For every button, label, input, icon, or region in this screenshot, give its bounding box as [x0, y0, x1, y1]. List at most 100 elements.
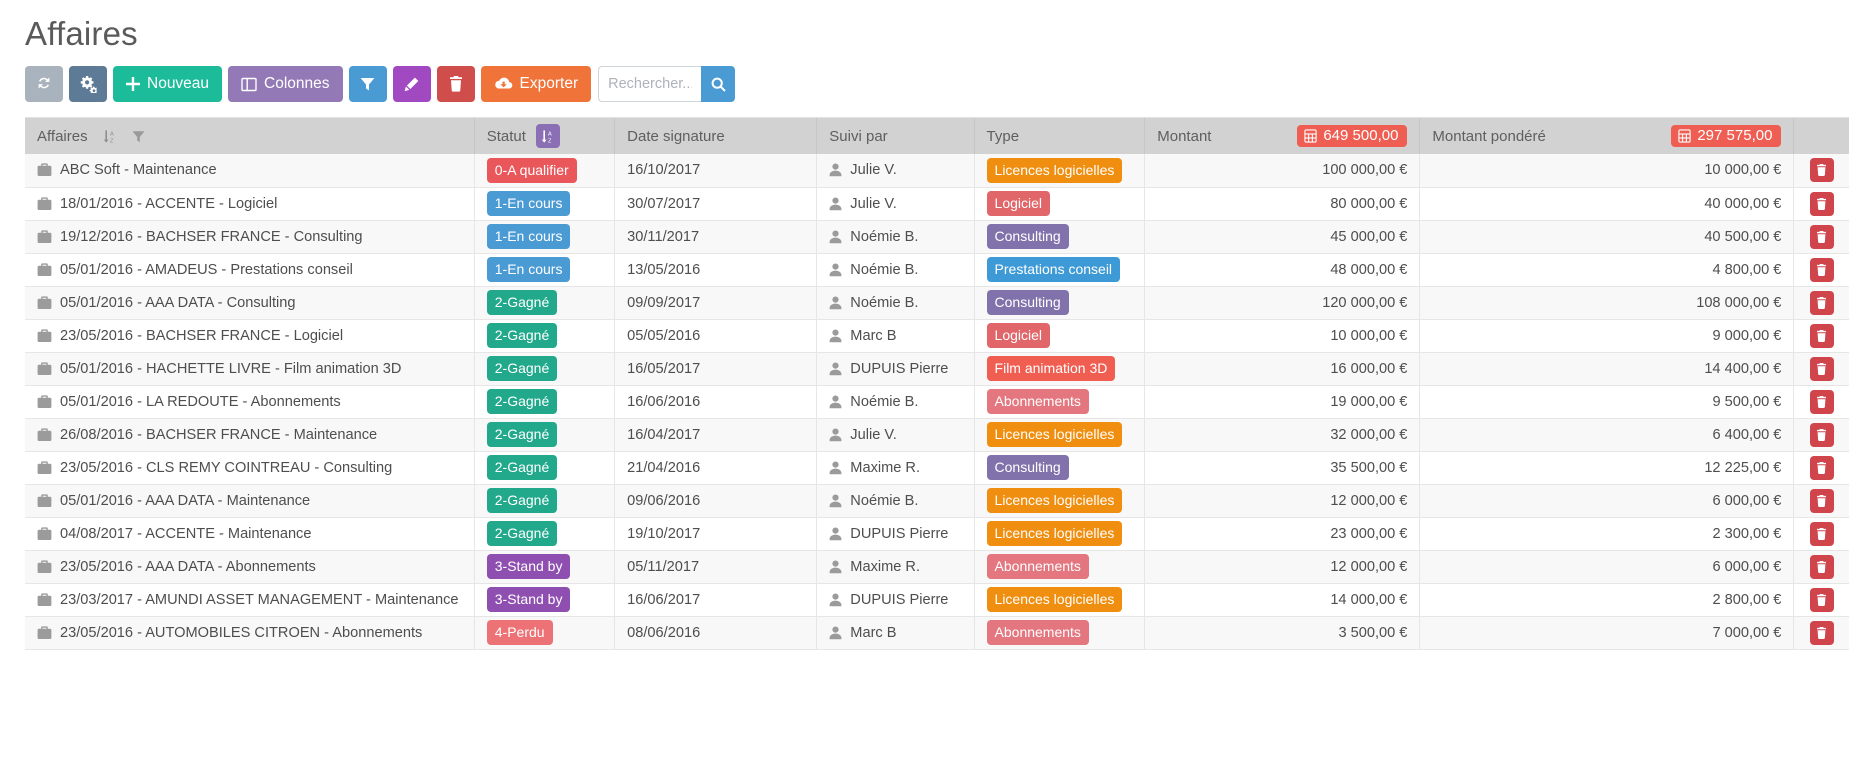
table-row[interactable]: 05/01/2016 - HACHETTE LIVRE - Film anima… — [25, 352, 1849, 385]
table-row[interactable]: 23/05/2016 - CLS REMY COINTREAU - Consul… — [25, 451, 1849, 484]
briefcase-icon — [37, 230, 52, 244]
row-delete-button[interactable] — [1810, 423, 1834, 447]
cell-actions — [1794, 385, 1849, 418]
column-header-montant[interactable]: Montant — [1145, 118, 1420, 154]
cell-actions — [1794, 220, 1849, 253]
cell-actions — [1794, 517, 1849, 550]
column-header-date-signature[interactable]: Date signature — [615, 118, 817, 154]
table-row[interactable]: 05/01/2016 - AAA DATA - Maintenance2-Gag… — [25, 484, 1849, 517]
settings-button[interactable] — [69, 66, 107, 102]
suivi-label: DUPUIS Pierre — [850, 526, 948, 542]
row-delete-button[interactable] — [1810, 291, 1834, 315]
suivi-label: Marc B — [850, 625, 896, 641]
user-icon — [829, 560, 842, 574]
cell-affaire: 23/05/2016 - AAA DATA - Abonnements — [25, 550, 474, 583]
row-delete-button[interactable] — [1810, 158, 1834, 182]
briefcase-icon — [37, 560, 52, 574]
table-row[interactable]: 05/01/2016 - AMADEUS - Prestations conse… — [25, 253, 1849, 286]
cell-montant: 10 000,00 € — [1145, 319, 1420, 352]
edit-button[interactable] — [393, 66, 431, 102]
suivi-label: Julie V. — [850, 196, 897, 212]
cell-affaire: 05/01/2016 - HACHETTE LIVRE - Film anima… — [25, 352, 474, 385]
table-row[interactable]: ABC Soft - Maintenance0-A qualifier16/10… — [25, 154, 1849, 187]
cell-actions — [1794, 253, 1849, 286]
new-button-label: Nouveau — [147, 76, 209, 92]
column-header-type[interactable]: Type — [974, 118, 1145, 154]
column-header-montant-pondere[interactable]: Montant pondéré — [1420, 118, 1794, 154]
filter-affaires-icon[interactable] — [132, 130, 145, 143]
cell-affaire: 18/01/2016 - ACCENTE - Logiciel — [25, 187, 474, 220]
cell-affaire: 05/01/2016 - LA REDOUTE - Abonnements — [25, 385, 474, 418]
sort-statut-icon[interactable]: A Z — [536, 124, 560, 148]
delete-button[interactable] — [437, 66, 475, 102]
refresh-button[interactable] — [25, 66, 63, 102]
table-row[interactable]: 23/05/2016 - BACHSER FRANCE - Logiciel2-… — [25, 319, 1849, 352]
search-button[interactable] — [701, 66, 735, 102]
user-icon — [829, 494, 842, 508]
toolbar: Nouveau Colonnes — [25, 66, 1847, 102]
row-delete-button[interactable] — [1810, 522, 1834, 546]
row-delete-button[interactable] — [1810, 489, 1834, 513]
column-label-affaires: Affaires — [37, 128, 88, 145]
briefcase-icon — [37, 527, 52, 541]
row-delete-button[interactable] — [1810, 555, 1834, 579]
cell-affaire: 23/05/2016 - CLS REMY COINTREAU - Consul… — [25, 451, 474, 484]
suivi-label: Noémie B. — [850, 394, 918, 410]
row-delete-button[interactable] — [1810, 324, 1834, 348]
cell-suivi-par: Noémie B. — [817, 484, 974, 517]
user-icon — [829, 461, 842, 475]
table-row[interactable]: 05/01/2016 - LA REDOUTE - Abonnements2-G… — [25, 385, 1849, 418]
table-row[interactable]: 05/01/2016 - AAA DATA - Consulting2-Gagn… — [25, 286, 1849, 319]
briefcase-icon — [37, 395, 52, 409]
cell-type: Licences logicielles — [974, 418, 1145, 451]
cell-suivi-par: Marc B — [817, 616, 974, 649]
table-row[interactable]: 04/08/2017 - ACCENTE - Maintenance2-Gagn… — [25, 517, 1849, 550]
cell-montant: 48 000,00 € — [1145, 253, 1420, 286]
table-row[interactable]: 23/05/2016 - AUTOMOBILES CITROEN - Abonn… — [25, 616, 1849, 649]
search-input[interactable] — [598, 66, 701, 102]
columns-button[interactable]: Colonnes — [228, 66, 343, 102]
table-row[interactable]: 18/01/2016 - ACCENTE - Logiciel1-En cour… — [25, 187, 1849, 220]
montant-pondere-total-badge[interactable]: 297 575,00 — [1671, 125, 1781, 147]
row-delete-button[interactable] — [1810, 588, 1834, 612]
cell-actions — [1794, 418, 1849, 451]
montant-total-badge[interactable]: 649 500,00 — [1297, 125, 1407, 147]
table-row[interactable]: 23/03/2017 - AMUNDI ASSET MANAGEMENT - M… — [25, 583, 1849, 616]
cell-actions — [1794, 187, 1849, 220]
trash-icon — [1816, 462, 1827, 474]
table-row[interactable]: 23/05/2016 - AAA DATA - Abonnements3-Sta… — [25, 550, 1849, 583]
cell-statut: 3-Stand by — [474, 550, 614, 583]
row-delete-button[interactable] — [1810, 390, 1834, 414]
cell-montant-pondere: 6 000,00 € — [1420, 550, 1794, 583]
affaire-label: 05/01/2016 - AAA DATA - Consulting — [60, 295, 296, 311]
cell-montant-pondere: 108 000,00 € — [1420, 286, 1794, 319]
new-button[interactable]: Nouveau — [113, 66, 222, 102]
cell-montant: 120 000,00 € — [1145, 286, 1420, 319]
cell-type: Abonnements — [974, 385, 1145, 418]
cell-actions — [1794, 616, 1849, 649]
column-header-actions — [1794, 118, 1849, 154]
montant-total-value: 649 500,00 — [1323, 128, 1398, 143]
cell-date-signature: 09/09/2017 — [615, 286, 817, 319]
row-delete-button[interactable] — [1810, 621, 1834, 645]
table-row[interactable]: 19/12/2016 - BACHSER FRANCE - Consulting… — [25, 220, 1849, 253]
cell-date-signature: 09/06/2016 — [615, 484, 817, 517]
filter-button[interactable] — [349, 66, 387, 102]
row-delete-button[interactable] — [1810, 192, 1834, 216]
cell-date-signature: 19/10/2017 — [615, 517, 817, 550]
column-header-affaires[interactable]: Affaires A Z — [25, 118, 474, 154]
table-row[interactable]: 26/08/2016 - BACHSER FRANCE - Maintenanc… — [25, 418, 1849, 451]
cell-montant-pondere: 12 225,00 € — [1420, 451, 1794, 484]
row-delete-button[interactable] — [1810, 357, 1834, 381]
column-header-suivi-par[interactable]: Suivi par — [817, 118, 974, 154]
row-delete-button[interactable] — [1810, 456, 1834, 480]
cell-actions — [1794, 583, 1849, 616]
row-delete-button[interactable] — [1810, 258, 1834, 282]
status-badge: 2-Gagné — [487, 488, 557, 513]
cell-type: Film animation 3D — [974, 352, 1145, 385]
sort-affaires-icon[interactable]: A Z — [98, 124, 122, 148]
row-delete-button[interactable] — [1810, 225, 1834, 249]
export-button[interactable]: Exporter — [481, 66, 592, 102]
column-label-suivi-par: Suivi par — [829, 128, 887, 145]
column-header-statut[interactable]: Statut A Z — [474, 118, 614, 154]
